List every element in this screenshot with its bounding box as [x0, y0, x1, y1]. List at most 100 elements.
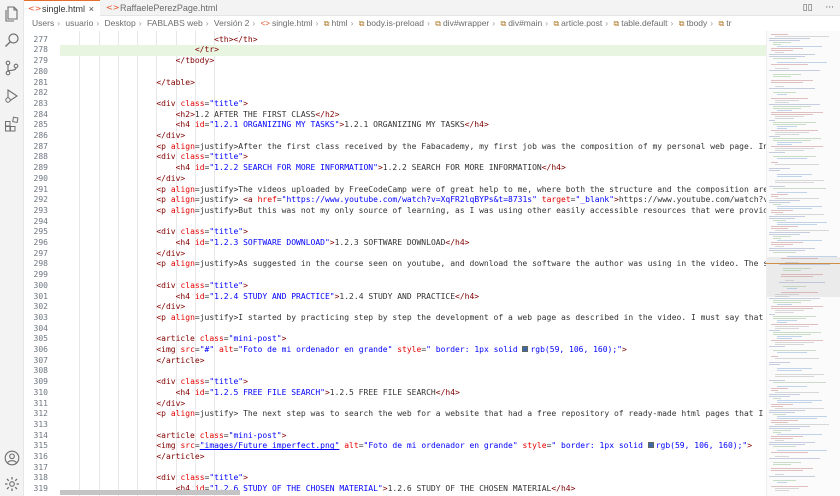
breadcrumb-file[interactable]: single.html [272, 18, 313, 28]
breadcrumb-symbol[interactable]: html [332, 18, 348, 28]
horizontal-scrollbar[interactable] [60, 490, 240, 495]
close-icon[interactable]: × [89, 1, 94, 17]
code-line[interactable]: </div> [60, 131, 766, 142]
minimap-line [769, 410, 805, 412]
code-line[interactable]: </tr> [60, 45, 766, 57]
line-number: 305 [33, 334, 48, 344]
code-line[interactable]: <div class="title"> [60, 377, 766, 388]
minimap-line [773, 58, 796, 60]
code-area[interactable]: <td></td> <th></th> </tr> </tbody> </tab… [60, 31, 766, 496]
code-line[interactable]: <th></th> [60, 35, 766, 46]
code-token: 1.2.4 STUDY AND PRACTICE [339, 291, 456, 301]
color-swatch[interactable] [647, 442, 654, 449]
breadcrumb-symbol[interactable]: table.default [621, 18, 667, 28]
code-line[interactable]: <h4 id="1.2.4 STUDY AND PRACTICE">1.2.4 … [60, 292, 766, 303]
code-line[interactable]: <p align=justify>I started by practicing… [60, 313, 766, 324]
code-line[interactable] [60, 324, 766, 335]
code-token: div [161, 227, 176, 237]
code-line[interactable]: <div class="title"> [60, 473, 766, 484]
breadcrumb-symbol[interactable]: article.post [561, 18, 602, 28]
minimap-line [769, 170, 780, 172]
code-line[interactable]: <img src="images/Future_imperfect.png" a… [60, 441, 766, 452]
minimap-line [769, 234, 800, 236]
code-token: > [214, 45, 219, 55]
code-token: =justify> [194, 195, 244, 205]
breadcrumb-symbol[interactable]: div#wrapper [443, 18, 489, 28]
minimap-line [777, 418, 817, 420]
code-line[interactable]: </div> [60, 174, 766, 185]
code-line[interactable]: <div class="title"> [60, 227, 766, 238]
line-number: 286 [33, 131, 48, 140]
breadcrumb-symbol[interactable]: tbody [686, 18, 707, 28]
settings-gear-icon[interactable] [4, 476, 20, 492]
code-line[interactable]: <div class="title"> [60, 99, 766, 110]
code-line[interactable]: <p align=justify>After the first class r… [60, 142, 766, 153]
color-swatch[interactable] [522, 346, 529, 352]
tab-raffaele-perez-page[interactable]: <> RaffaelePerezPage.html [102, 0, 217, 16]
code-line[interactable]: <h4 id="1.2.3 SOFTWARE DOWNLOAD">1.2.3 S… [60, 238, 766, 249]
code-line[interactable]: <p align=justify>But this was not my onl… [60, 206, 766, 217]
code-line[interactable]: <div class="title"> [60, 281, 766, 292]
breadcrumb-folder[interactable]: FABLABS web [147, 18, 203, 28]
code-line[interactable]: <div class="title"> [60, 152, 766, 163]
code-line[interactable]: <h4 id="1.2.2 SEARCH FOR MORE INFORMATIO… [60, 163, 766, 174]
minimap-line [769, 202, 790, 204]
code-token: 1.2 AFTER THE FIRST CLASS [194, 109, 316, 119]
code-line[interactable]: <img src="#" alt="Foto de mi ordenador e… [60, 345, 766, 356]
code-line[interactable]: <h4 id="1.2.5 FREE FILE SEARCH">1.2.5 FR… [60, 388, 766, 399]
code-line[interactable]: <p align=justify> The next step was to s… [60, 409, 766, 420]
minimap-line [773, 76, 791, 78]
code-line[interactable]: </div> [60, 249, 766, 260]
breadcrumb-folder[interactable]: Desktop [105, 18, 136, 28]
code-line[interactable]: <p align=justify>As suggested in the cou… [60, 259, 766, 270]
account-icon[interactable] [4, 450, 20, 466]
more-actions-icon[interactable]: ··· [825, 3, 834, 13]
split-editor-icon[interactable]: ▯▯ [803, 3, 813, 13]
code-line[interactable]: </table> [60, 78, 766, 89]
source-control-icon[interactable] [4, 60, 20, 76]
code-line[interactable]: </div> [60, 302, 766, 313]
search-icon[interactable] [4, 32, 20, 48]
minimap-line [777, 46, 822, 48]
code-line[interactable] [60, 217, 766, 228]
extensions-icon[interactable] [4, 116, 20, 132]
code-token: "title" [209, 473, 244, 483]
code-line[interactable]: <p align=justify> <a href="https://www.y… [60, 195, 766, 206]
tab-single-html[interactable]: <> single.html × [24, 0, 100, 16]
code-line[interactable]: <article class="mini-post"> [60, 334, 766, 345]
code-line[interactable] [60, 366, 766, 377]
code-line[interactable]: </tbody> [60, 56, 766, 67]
code-line[interactable] [60, 67, 766, 78]
code-line[interactable]: <h4 id="1.2.1 ORGANIZING MY TASKS">1.2.1… [60, 120, 766, 131]
code-token: class [199, 334, 224, 344]
code-line[interactable]: </article> [60, 452, 766, 463]
breadcrumb-symbol[interactable]: div#main [508, 18, 542, 28]
explorer-icon[interactable] [4, 6, 20, 22]
breadcrumb-folder[interactable]: Versión 2 [214, 18, 249, 28]
code-line[interactable] [60, 463, 766, 474]
code-token: 1.2.2 SEARCH FOR MORE INFORMATION [382, 163, 542, 173]
code-line[interactable] [60, 88, 766, 99]
minimap-line [775, 102, 789, 104]
code-token: </ [156, 355, 166, 365]
code-line[interactable]: <h2>1.2 AFTER THE FIRST CLASS</h2> [60, 110, 766, 121]
code-line[interactable] [60, 270, 766, 281]
code-editor[interactable]: 2762772782792802812822832842852862872882… [24, 31, 766, 496]
code-line[interactable]: <article class="mini-post"> [60, 431, 766, 442]
line-number: 288 [33, 152, 48, 162]
code-line[interactable]: </article> [60, 356, 766, 367]
breadcrumb-symbol[interactable]: tr [726, 18, 731, 28]
code-token: style [522, 441, 547, 451]
run-debug-icon[interactable] [4, 88, 20, 104]
chevron-right-icon: › [605, 18, 609, 28]
code-line[interactable] [60, 420, 766, 431]
code-line[interactable]: <p align=justify>The videos uploaded by … [60, 185, 766, 196]
chevron-right-icon: › [545, 18, 549, 28]
minimap-line [775, 198, 819, 200]
breadcrumb-folder[interactable]: Users [32, 18, 54, 28]
minimap-line [769, 426, 810, 428]
code-line[interactable]: </div> [60, 399, 766, 410]
breadcrumb-folder[interactable]: usuario [65, 18, 93, 28]
breadcrumb-symbol[interactable]: body.is-preload [367, 18, 425, 28]
